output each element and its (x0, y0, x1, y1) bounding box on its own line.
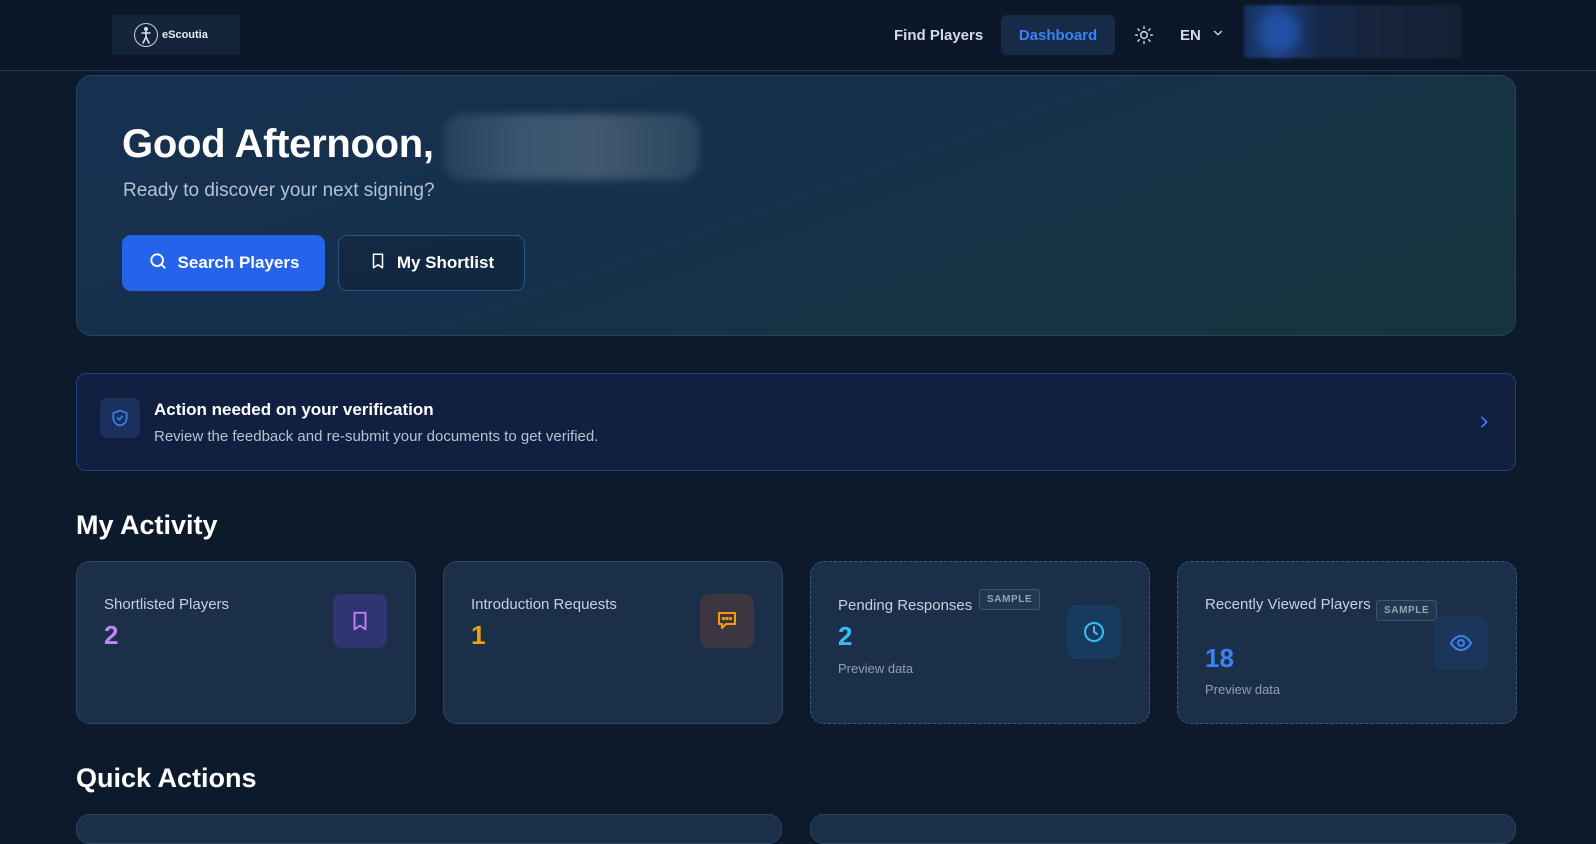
shortlisted-players-card[interactable]: Shortlisted Players 2 (76, 561, 416, 724)
preview-data-note: Preview data (838, 661, 914, 676)
card-label: Shortlisted Players (104, 596, 230, 613)
card-value: 1 (471, 620, 486, 650)
logo-emblem-icon (134, 23, 158, 47)
preview-data-note: Preview data (1205, 682, 1281, 697)
verification-description: Review the feedback and re-submit your d… (154, 428, 599, 445)
brand-logo[interactable]: eScoutia (112, 15, 240, 55)
recently-viewed-players-card[interactable]: Recently Viewed Players SAMPLE 18 Previe… (1177, 561, 1517, 724)
sample-badge: SAMPLE (979, 589, 1041, 610)
user-name-redacted (443, 114, 699, 180)
introduction-requests-card[interactable]: Introduction Requests 1 (443, 561, 783, 724)
nav-find-players-link[interactable]: Find Players (884, 15, 993, 55)
logo-text: eScoutia (162, 29, 208, 41)
quick-action-card[interactable] (76, 814, 782, 844)
hero-subtitle: Ready to discover your next signing? (123, 180, 435, 201)
sample-badge: SAMPLE (1376, 600, 1438, 621)
user-menu-redacted[interactable] (1244, 5, 1462, 58)
my-shortlist-button[interactable]: My Shortlist (338, 235, 525, 291)
chevron-down-icon (1211, 26, 1225, 44)
card-value: 2 (838, 621, 853, 651)
language-label: EN (1180, 26, 1201, 44)
verification-title: Action needed on your verification (154, 400, 434, 419)
greeting-heading: Good Afternoon, (122, 122, 434, 166)
theme-toggle-sun-icon[interactable] (1131, 22, 1157, 48)
my-shortlist-label: My Shortlist (396, 253, 495, 272)
search-icon (148, 251, 168, 276)
verification-alert-banner[interactable]: Action needed on your verification Revie… (76, 373, 1516, 471)
welcome-hero-panel: Good Afternoon, Ready to discover your n… (76, 75, 1516, 336)
eye-icon (1434, 616, 1488, 670)
search-players-button[interactable]: Search Players (122, 235, 325, 291)
pending-responses-card[interactable]: Pending Responses SAMPLE 2 Preview data (810, 561, 1150, 724)
top-navigation-bar: eScoutia Find Players Dashboard EN (0, 0, 1596, 71)
quick-action-card[interactable] (810, 814, 1516, 844)
quick-actions-heading: Quick Actions (76, 763, 257, 793)
card-value: 2 (104, 620, 119, 650)
message-dots-icon (700, 594, 754, 648)
card-label: Introduction Requests (471, 596, 617, 613)
card-label: Recently Viewed Players (1205, 596, 1371, 613)
bookmark-icon (333, 594, 387, 648)
my-activity-heading: My Activity (76, 510, 218, 540)
shield-check-icon (100, 398, 140, 438)
language-selector[interactable]: EN (1180, 15, 1225, 55)
search-players-label: Search Players (177, 253, 300, 272)
nav-dashboard-link[interactable]: Dashboard (1001, 15, 1115, 55)
card-value: 18 (1205, 643, 1234, 673)
chevron-right-icon (1473, 411, 1495, 433)
bookmark-icon (369, 251, 387, 276)
clock-icon (1067, 605, 1121, 659)
